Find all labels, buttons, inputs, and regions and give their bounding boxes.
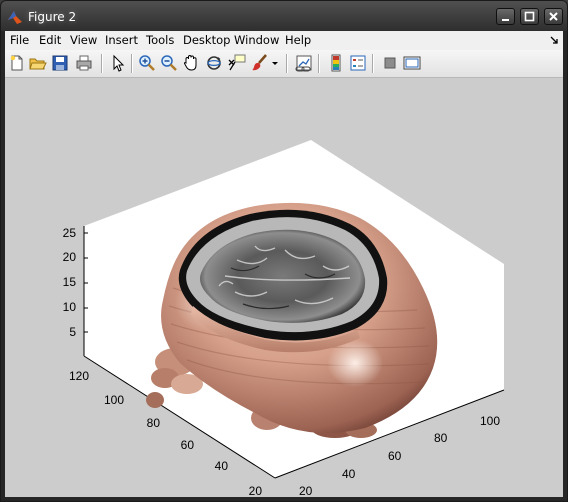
data-cursor-icon: [228, 54, 246, 71]
z-tick-label: 15: [63, 275, 77, 289]
figure-window: Figure 2 File Edit View Insert Tools Des…: [0, 0, 568, 502]
close-button[interactable]: [544, 8, 563, 25]
open-file-icon: [29, 58, 47, 70]
brush-dropdown-button[interactable]: [270, 54, 280, 72]
zoom-out-icon: [161, 55, 177, 71]
z-tick-label: 20: [63, 250, 77, 264]
menu-desktop[interactable]: Desktop: [183, 31, 230, 50]
axes-3d[interactable]: 25 20 15 10 5 120 100 80 60 40 20 20 40 …: [5, 78, 563, 498]
print-icon: [76, 55, 92, 71]
pan-button[interactable]: [182, 54, 200, 72]
surface-blob: [146, 392, 164, 408]
save-button[interactable]: [51, 54, 69, 72]
toolbar-separator: [372, 54, 374, 73]
x-tick-label: 100: [480, 414, 500, 428]
show-plot-tools-button[interactable]: [403, 54, 421, 72]
y-tick-label: 20: [249, 484, 263, 497]
rotate-3d-button[interactable]: [205, 54, 223, 72]
maximize-icon: [524, 11, 535, 22]
close-icon: [549, 12, 558, 21]
zoom-out-button[interactable]: [160, 54, 178, 72]
x-tick-label: 60: [388, 449, 402, 463]
y-tick-label: 100: [104, 393, 124, 407]
select-arrow-icon: [113, 54, 125, 72]
print-button[interactable]: [75, 54, 93, 72]
link-plot-icon: [295, 55, 312, 72]
brush-button[interactable]: [251, 54, 269, 72]
colorbar-icon: [331, 54, 341, 72]
pan-hand-icon: [183, 54, 197, 71]
plot-area[interactable]: 25 20 15 10 5 120 100 80 60 40 20 20 40 …: [5, 78, 563, 498]
menu-bar: File Edit View Insert Tools Desktop Wind…: [5, 31, 563, 50]
link-plot-button[interactable]: [295, 54, 313, 72]
x-tick-label: 80: [434, 431, 448, 445]
data-cursor-button[interactable]: [228, 54, 246, 72]
figure-toolbar: [5, 50, 563, 78]
open-file-button[interactable]: [29, 54, 47, 72]
toolbar-separator: [101, 54, 103, 73]
y-tick-label: 40: [215, 459, 229, 473]
new-figure-icon: [10, 55, 23, 71]
select-button[interactable]: [109, 54, 127, 72]
y-tick-label: 60: [181, 438, 195, 452]
menu-view[interactable]: View: [70, 31, 97, 50]
z-tick-label: 25: [63, 226, 77, 240]
menu-edit[interactable]: Edit: [39, 31, 61, 50]
z-tick-label: 10: [63, 300, 77, 314]
toolbar-separator: [131, 54, 133, 73]
zoom-in-button[interactable]: [138, 54, 156, 72]
menu-help[interactable]: Help: [285, 31, 311, 50]
new-figure-button[interactable]: [8, 54, 26, 72]
brush-icon: [252, 54, 267, 71]
menu-tools[interactable]: Tools: [146, 31, 174, 50]
colorbar-button[interactable]: [327, 54, 345, 72]
y-tick-label: 120: [69, 369, 89, 383]
menu-window[interactable]: Window: [234, 31, 279, 50]
legend-button[interactable]: [349, 54, 367, 72]
menu-insert[interactable]: Insert: [105, 31, 138, 50]
matlab-logo-icon: [8, 11, 22, 24]
hide-plot-tools-button[interactable]: [381, 54, 399, 72]
rotate-3d-icon: [207, 56, 221, 70]
x-tick-label: 20: [299, 484, 313, 497]
menu-file[interactable]: File: [10, 31, 29, 50]
minimize-button[interactable]: [496, 8, 515, 25]
dock-arrow-icon[interactable]: [549, 35, 559, 45]
show-plot-tools-icon: [403, 56, 421, 70]
maximize-button[interactable]: [520, 8, 539, 25]
x-tick-label: 40: [342, 467, 356, 481]
toolbar-separator: [318, 54, 320, 73]
brush-dropdown-icon: [272, 62, 278, 65]
figure-client: File Edit View Insert Tools Desktop Wind…: [5, 31, 563, 498]
save-icon: [52, 55, 68, 71]
minimize-icon: [502, 19, 509, 21]
z-tick-label: 5: [69, 325, 76, 339]
toolbar-separator: [286, 54, 288, 73]
y-tick-label: 80: [147, 416, 161, 430]
zoom-in-icon: [139, 55, 155, 71]
hide-plot-tools-icon: [384, 57, 396, 69]
title-bar[interactable]: Figure 2: [1, 1, 567, 31]
window-title: Figure 2: [28, 10, 77, 24]
legend-icon: [350, 55, 366, 71]
